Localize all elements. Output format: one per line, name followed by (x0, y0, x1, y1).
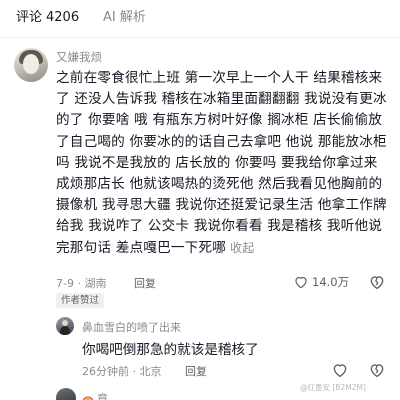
comment-location: 湖南 (84, 277, 107, 290)
comment-author[interactable]: 又嫌我烦 (56, 49, 102, 65)
reply-button[interactable]: 回复 (134, 277, 156, 290)
reply-to-reply-button[interactable]: 回复 (185, 365, 207, 378)
comment-meta: 7-9 · 湖南 回复 (56, 277, 156, 290)
avatar[interactable] (14, 48, 48, 82)
comment-body: 之前在零食很忙上班 第一次早上一个人干 结果稽核来了 还没人告诉我 稽核在冰箱里… (56, 70, 387, 256)
like-button[interactable]: 14.0万 (293, 272, 349, 292)
broken-heart-icon[interactable] (368, 361, 386, 379)
reply-avatar[interactable] (56, 317, 74, 335)
tab-comments-label: 评论 (16, 10, 43, 25)
watermark: @红墨安 [B2M2M] (300, 383, 366, 392)
comment-count: 4206 (46, 10, 80, 25)
heart-icon[interactable] (331, 361, 349, 379)
reply-time: 26分钟前 (82, 365, 129, 378)
tab-ai-analysis[interactable]: AI 解析 (103, 9, 146, 27)
reply-meta: 26分钟前 · 北京 回复 (82, 365, 207, 378)
comment-date: 7-9 (56, 277, 74, 290)
like-count: 14.0万 (312, 275, 350, 289)
heart-icon (295, 276, 307, 289)
next-comment-avatar[interactable] (56, 388, 76, 400)
collapse-link[interactable]: 收起 (230, 241, 254, 255)
reply-location: 北京 (139, 365, 162, 378)
reply-author[interactable]: 鼻血雪白的喷了出来 (82, 319, 181, 335)
author-liked-badge: 作者赞过 (56, 293, 105, 308)
reply-text: 你喝吧倒那急的就该是稽核了 (82, 342, 259, 358)
next-comment-author[interactable]: 章 (82, 390, 108, 400)
rainbow-icon (82, 396, 94, 400)
broken-heart-icon[interactable] (368, 273, 386, 291)
comment-text: 之前在零食很忙上班 第一次早上一个人干 结果稽核来了 还没人告诉我 稽核在冰箱里… (56, 68, 388, 259)
tab-comments[interactable]: 评论 4206 (16, 9, 79, 27)
next-comment-author-name: 章 (97, 392, 108, 400)
comment-section: 评论 4206 AI 解析 又嫌我烦 之前在零食很忙上班 第一次早上一个人干 结果… (0, 0, 400, 400)
comment-tabs: 评论 4206 AI 解析 (0, 0, 400, 38)
